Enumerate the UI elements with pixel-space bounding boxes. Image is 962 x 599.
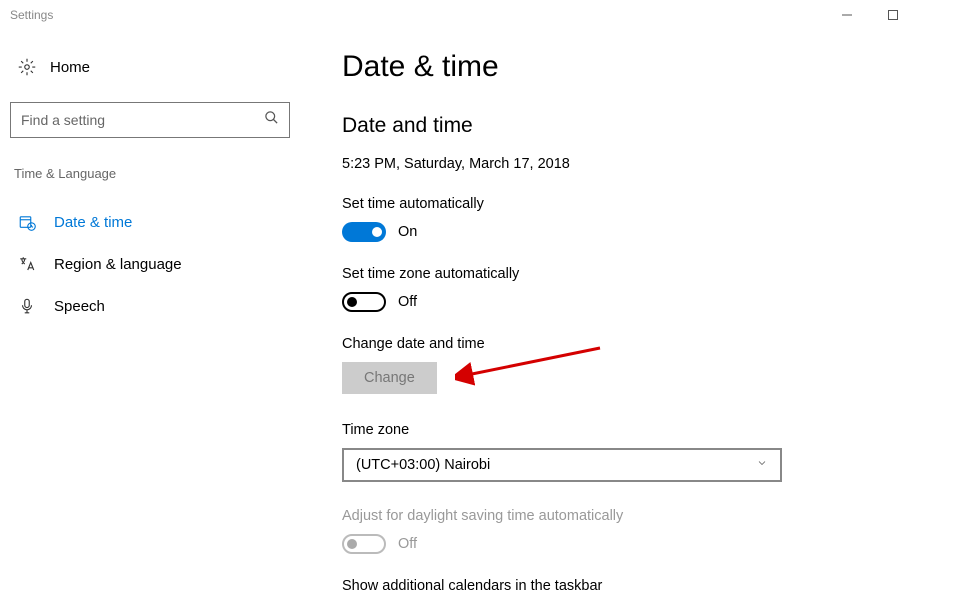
sidebar-item-label: Date & time: [54, 214, 132, 231]
window-controls: [824, 0, 962, 30]
search-input[interactable]: [21, 112, 261, 128]
change-button[interactable]: Change: [342, 362, 437, 394]
sidebar-section-header: Time & Language: [10, 166, 300, 181]
minimize-button[interactable]: [824, 0, 870, 30]
calendar-clock-icon: [18, 213, 36, 231]
sidebar-item-speech[interactable]: Speech: [10, 285, 300, 327]
auto-time-toggle[interactable]: [342, 222, 386, 242]
dst-state: Off: [398, 536, 417, 552]
timezone-value: (UTC+03:00) Nairobi: [356, 457, 490, 473]
titlebar: Settings: [0, 0, 962, 30]
microphone-icon: [18, 297, 36, 315]
sidebar-item-date-time[interactable]: Date & time: [10, 201, 300, 243]
sidebar-item-label: Speech: [54, 298, 105, 315]
sidebar: Home Time & Language Date & time Region …: [0, 30, 310, 599]
subheading: Date and time: [342, 114, 942, 138]
main-panel: Date & time Date and time 5:23 PM, Satur…: [310, 30, 962, 599]
timezone-label: Time zone: [342, 422, 942, 438]
home-link[interactable]: Home: [10, 50, 300, 84]
search-box[interactable]: [10, 102, 290, 138]
calendars-label: Show additional calendars in the taskbar: [342, 578, 942, 594]
gear-icon: [18, 58, 36, 76]
window-title: Settings: [10, 8, 53, 22]
chevron-down-icon: [756, 457, 768, 473]
search-icon: [264, 110, 279, 130]
change-datetime-label: Change date and time: [342, 336, 942, 352]
language-icon: [18, 255, 36, 273]
sidebar-item-label: Region & language: [54, 256, 182, 273]
sidebar-item-region-language[interactable]: Region & language: [10, 243, 300, 285]
page-title: Date & time: [342, 50, 942, 84]
auto-time-label: Set time automatically: [342, 196, 942, 212]
auto-timezone-label: Set time zone automatically: [342, 266, 942, 282]
dst-label: Adjust for daylight saving time automati…: [342, 508, 942, 524]
home-label: Home: [50, 59, 90, 76]
auto-timezone-toggle[interactable]: [342, 292, 386, 312]
timezone-dropdown[interactable]: (UTC+03:00) Nairobi: [342, 448, 782, 482]
dst-toggle: [342, 534, 386, 554]
datetime-display: 5:23 PM, Saturday, March 17, 2018: [342, 156, 942, 172]
auto-time-state: On: [398, 224, 417, 240]
maximize-button[interactable]: [870, 0, 916, 30]
auto-timezone-state: Off: [398, 294, 417, 310]
